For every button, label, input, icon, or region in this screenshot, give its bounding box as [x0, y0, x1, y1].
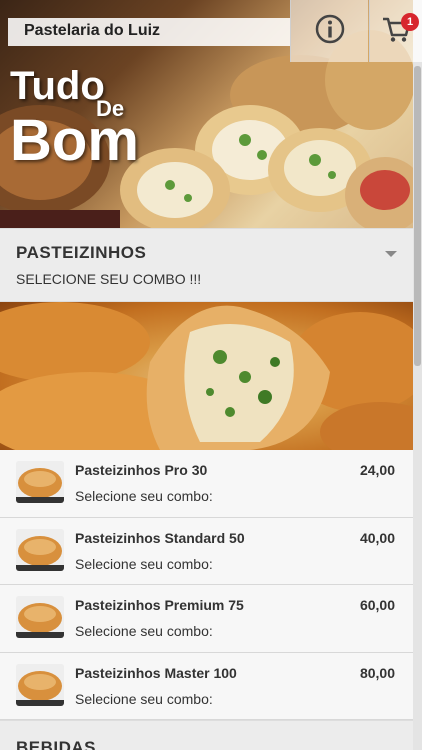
item-name: Pasteizinhos Standard 50 — [75, 529, 245, 546]
list-item[interactable]: Pasteizinhos Master 100 Selecione seu co… — [0, 652, 413, 720]
list-item[interactable]: Pasteizinhos Pro 30 Selecione seu combo:… — [0, 450, 413, 518]
item-subtitle: Selecione seu combo: — [75, 488, 213, 504]
item-name: Pasteizinhos Premium 75 — [75, 597, 244, 613]
item-subtitle: Selecione seu combo: — [75, 555, 213, 572]
category-title: BEBIDAS — [16, 738, 97, 750]
item-subtitle: Selecione seu combo: — [75, 623, 213, 639]
info-button[interactable] — [290, 0, 368, 62]
product-thumbnail — [16, 461, 64, 503]
category-title: PASTEIZINHOS — [16, 243, 147, 262]
pastel-illustration — [0, 302, 413, 450]
item-name: Pasteizinhos Pro 30 — [75, 462, 208, 478]
scrollbar-thumb[interactable] — [414, 66, 421, 366]
product-list: Pasteizinhos Pro 30 Selecione seu combo:… — [0, 450, 413, 720]
category-image — [0, 302, 413, 450]
list-item[interactable]: Pasteizinhos Standard 50 Selecione seu c… — [0, 517, 413, 585]
item-price: 40,00 — [359, 529, 395, 546]
hero-line-2: De — [96, 96, 125, 121]
item-price: 24,00 — [359, 462, 395, 478]
scrollbar[interactable] — [413, 62, 422, 750]
info-icon — [314, 13, 346, 50]
product-thumbnail — [16, 528, 64, 571]
page-title: Pastelaria do Luiz — [8, 18, 290, 46]
category-header-bebidas[interactable]: BEBIDAS — [0, 720, 413, 750]
item-subtitle: Selecione seu combo: — [75, 690, 213, 707]
item-price: 80,00 — [359, 664, 395, 681]
cart-button[interactable]: 1 — [369, 0, 422, 62]
app-header: Pastelaria do Luiz 1 — [0, 0, 422, 62]
product-thumbnail — [16, 663, 64, 706]
hero-title: Tudo De Bom — [10, 66, 139, 170]
item-name: Pasteizinhos Master 100 — [75, 664, 237, 681]
item-price: 60,00 — [359, 597, 395, 613]
list-item[interactable]: Pasteizinhos Premium 75 Selecione seu co… — [0, 585, 413, 653]
cart-count-badge: 1 — [401, 13, 419, 31]
category-subtitle: SELECIONE SEU COMBO !!! — [16, 271, 202, 287]
category-header-pasteizinhos[interactable]: PASTEIZINHOS SELECIONE SEU COMBO !!! — [0, 228, 413, 302]
product-thumbnail — [16, 596, 64, 638]
chevron-down-icon — [385, 251, 397, 257]
